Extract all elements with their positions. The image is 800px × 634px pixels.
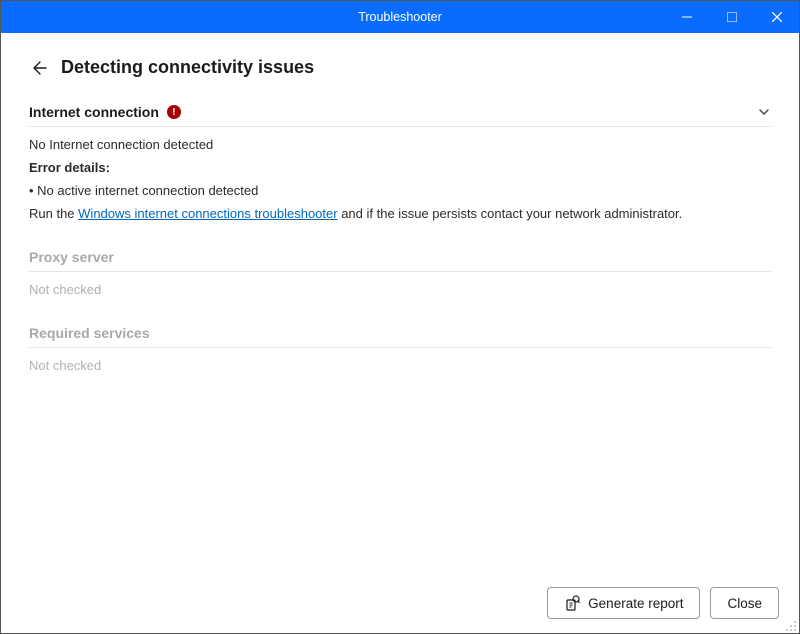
close-icon — [772, 12, 782, 22]
close-window-button[interactable] — [754, 1, 799, 33]
status-text: No Internet connection detected — [29, 137, 771, 152]
section-header-internet[interactable]: Internet connection ! — [29, 104, 771, 127]
section-header-proxy: Proxy server — [29, 249, 771, 272]
close-button[interactable]: Close — [710, 587, 779, 619]
content-area: Detecting connectivity issues Internet c… — [1, 33, 799, 573]
minimize-icon — [682, 12, 692, 22]
section-internet-connection: Internet connection ! No Internet connec… — [29, 104, 771, 229]
section-body-proxy: Not checked — [29, 272, 771, 297]
resize-grip-icon[interactable] — [785, 620, 797, 632]
minimize-button[interactable] — [664, 1, 709, 33]
section-proxy-server: Proxy server Not checked — [29, 249, 771, 305]
maximize-icon — [727, 12, 737, 22]
help-prefix: Run the — [29, 206, 78, 221]
chevron-down-icon — [757, 105, 771, 119]
close-label: Close — [727, 596, 762, 611]
generate-report-label: Generate report — [588, 596, 683, 611]
section-title-proxy: Proxy server — [29, 249, 114, 265]
section-title-services: Required services — [29, 325, 150, 341]
section-body-services: Not checked — [29, 348, 771, 373]
report-icon — [564, 595, 580, 611]
error-header: Error details: — [29, 160, 771, 175]
error-badge-icon: ! — [167, 105, 181, 119]
section-header-services: Required services — [29, 325, 771, 348]
back-button[interactable] — [29, 59, 47, 77]
section-title-internet: Internet connection — [29, 104, 159, 120]
footer: Generate report Close — [1, 573, 799, 633]
help-suffix: and if the issue persists contact your n… — [338, 206, 683, 221]
troubleshooter-link[interactable]: Windows internet connections troubleshoo… — [78, 206, 337, 221]
back-arrow-icon — [29, 59, 47, 77]
section-body-internet: No Internet connection detected Error de… — [29, 127, 771, 221]
help-text: Run the Windows internet connections tro… — [29, 206, 771, 221]
generate-report-button[interactable]: Generate report — [547, 587, 700, 619]
error-item: No active internet connection detected — [29, 183, 771, 198]
maximize-button[interactable] — [709, 1, 754, 33]
collapse-toggle[interactable] — [757, 105, 771, 119]
page-header: Detecting connectivity issues — [29, 57, 771, 78]
page-title: Detecting connectivity issues — [61, 57, 314, 78]
status-text-proxy: Not checked — [29, 282, 771, 297]
titlebar: Troubleshooter — [1, 1, 799, 33]
section-required-services: Required services Not checked — [29, 325, 771, 381]
status-text-services: Not checked — [29, 358, 771, 373]
window-controls — [664, 1, 799, 33]
window-title: Troubleshooter — [358, 10, 442, 24]
